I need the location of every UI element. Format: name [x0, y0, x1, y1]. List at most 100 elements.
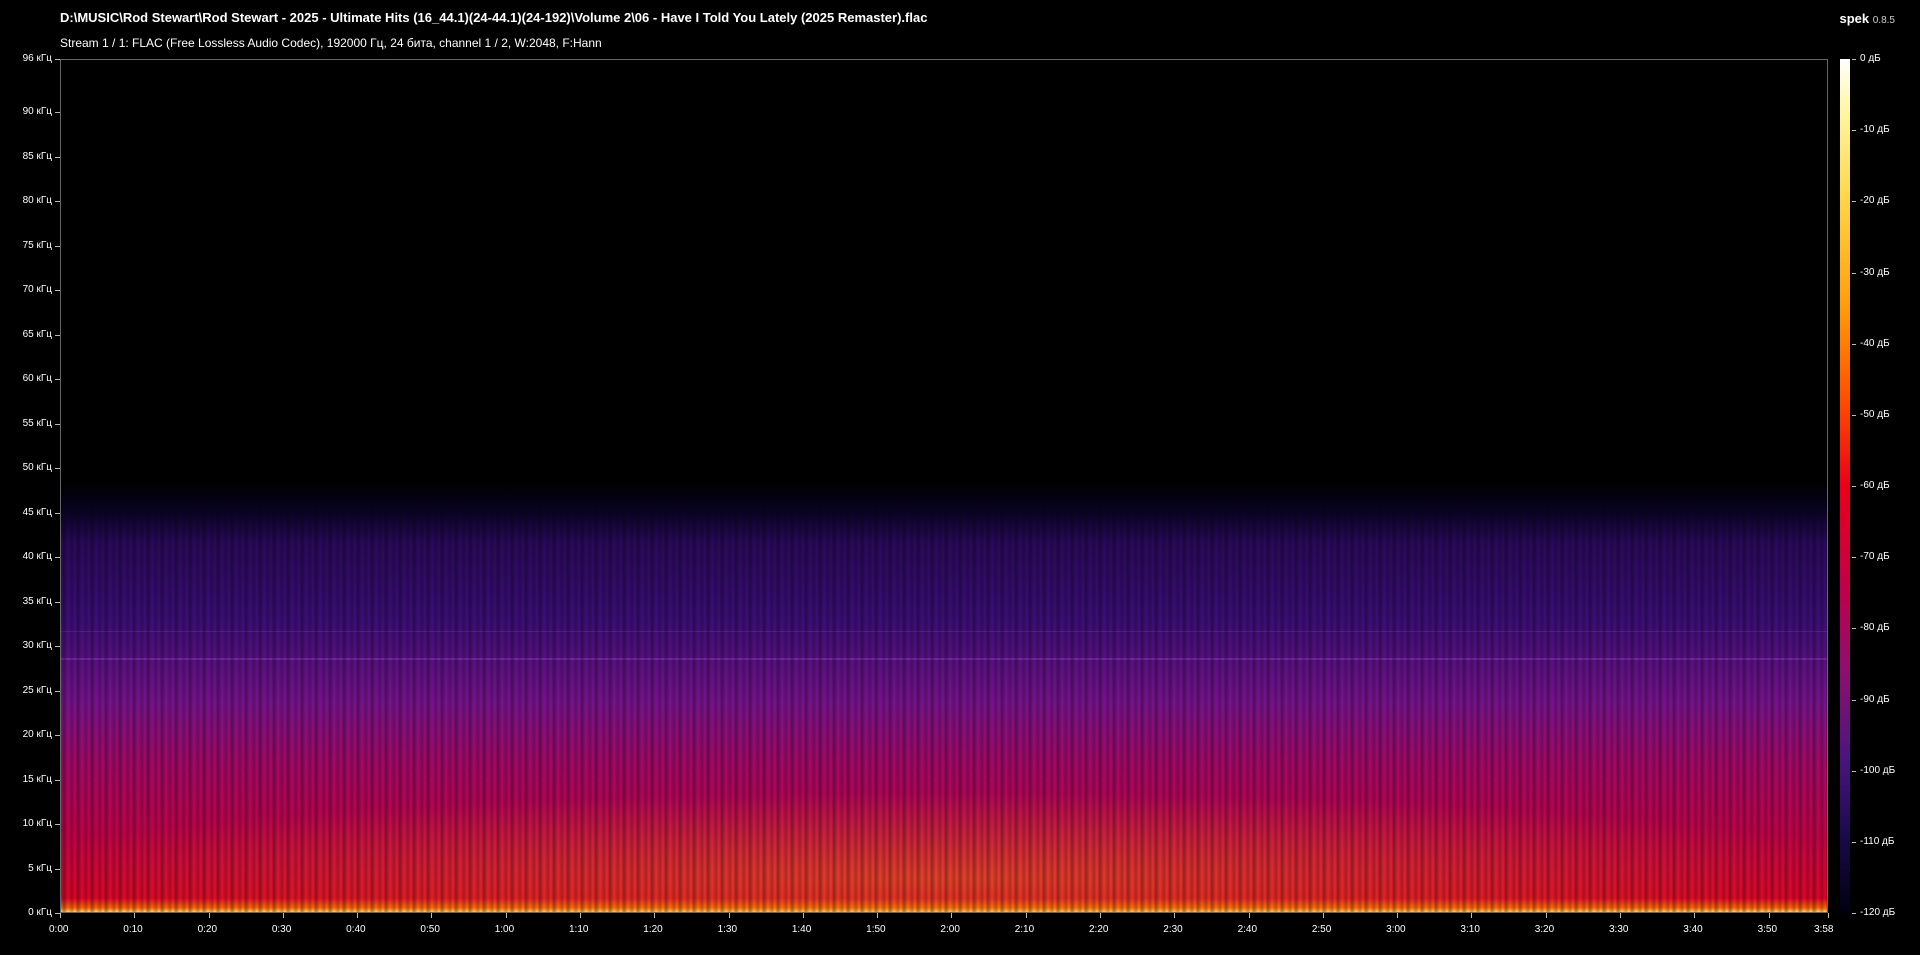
y-tick-label: 85 кГц [22, 150, 52, 162]
y-tick [55, 59, 60, 60]
x-tick-label: 2:40 [1237, 924, 1258, 935]
colorbar-label: -80 дБ [1860, 622, 1890, 634]
x-tick [802, 913, 804, 918]
colorbar-label: -50 дБ [1860, 408, 1890, 420]
colorbar-label: -100 дБ [1860, 764, 1896, 776]
y-tick [55, 201, 60, 203]
y-tick [55, 245, 60, 247]
x-tick-label: 2:50 [1311, 924, 1332, 935]
y-tick-label: 35 кГц [22, 595, 52, 607]
y-tick-label: 25 кГц [22, 684, 52, 696]
x-tick [1248, 913, 1250, 918]
y-tick [55, 735, 60, 737]
x-tick [1768, 913, 1770, 918]
y-tick [55, 557, 60, 559]
x-tick [1174, 913, 1176, 918]
colorbar-tick [1852, 841, 1856, 843]
colorbar-label: -90 дБ [1860, 693, 1890, 705]
y-tick-label: 55 кГц [22, 417, 52, 429]
x-tick [282, 913, 284, 918]
colorbar-label: -110 дБ [1860, 835, 1895, 847]
y-tick-label: 65 кГц [22, 328, 52, 340]
y-tick-label: 75 кГц [22, 239, 52, 251]
y-tick-label: 5 кГц [28, 862, 52, 874]
x-tick [1322, 913, 1324, 918]
y-tick-label: 70 кГц [22, 284, 52, 296]
x-tick-label: 0:20 [197, 924, 218, 935]
x-tick-label: 2:00 [940, 924, 960, 935]
y-tick [55, 690, 60, 692]
y-tick [55, 779, 60, 781]
x-tick [1545, 913, 1547, 918]
y-tick [55, 334, 60, 336]
colorbar-tick [1852, 557, 1856, 559]
x-tick-label: 3:40 [1683, 924, 1703, 935]
y-tick [55, 824, 60, 826]
colorbar-tick [1852, 130, 1856, 132]
colorbar-tick [1852, 913, 1856, 914]
x-tick [580, 913, 581, 918]
stream-info: Stream 1 / 1: FLAC (Free Lossless Audio … [60, 36, 602, 50]
y-tick [55, 156, 60, 158]
colorbar [1840, 59, 1850, 913]
x-tick [1620, 913, 1621, 918]
x-tick [1471, 913, 1473, 918]
x-tick-label: 0:30 [271, 924, 292, 935]
x-tick [877, 913, 879, 918]
spectral-line [61, 658, 1827, 660]
x-tick-label: 3:00 [1386, 924, 1406, 935]
x-tick-label: 1:10 [569, 924, 589, 935]
y-tick-label: 20 кГц [22, 729, 52, 741]
y-tick-label: 80 кГц [22, 195, 52, 207]
colorbar-label: -20 дБ [1860, 195, 1890, 207]
spectral-line [61, 631, 1827, 632]
y-tick [55, 512, 60, 514]
colorbar-tick [1852, 272, 1856, 274]
x-tick-label: 0:40 [346, 924, 366, 935]
y-tick-label: 50 кГц [22, 462, 52, 474]
x-tick-label: 3:10 [1460, 924, 1480, 935]
x-tick-label: 3:58 [1814, 924, 1834, 935]
x-tick-label: 3:50 [1757, 924, 1778, 935]
y-tick [55, 646, 60, 648]
x-tick-label: 1:50 [866, 924, 886, 935]
x-tick [1100, 913, 1101, 918]
y-tick-label: 96 кГц [22, 53, 52, 64]
x-tick [1694, 913, 1696, 918]
x-tick [951, 913, 953, 918]
x-tick-label: 1:20 [643, 924, 663, 935]
x-tick-label: 0:00 [49, 924, 69, 935]
colorbar-tick [1852, 628, 1856, 630]
colorbar-label: 0 дБ [1860, 53, 1881, 64]
y-tick [55, 601, 60, 603]
x-tick [208, 913, 210, 918]
x-tick [654, 913, 656, 918]
x-tick-label: 1:40 [791, 924, 812, 935]
x-tick [1828, 913, 1829, 918]
x-tick-label: 2:20 [1089, 924, 1109, 935]
y-tick-label: 30 кГц [22, 640, 52, 652]
x-tick [134, 913, 136, 918]
x-tick-label: 0:50 [420, 924, 440, 935]
colorbar-tick [1852, 699, 1856, 701]
x-tick [505, 913, 507, 918]
x-tick-label: 1:30 [717, 924, 738, 935]
x-tick-label: 1:00 [494, 924, 515, 935]
y-tick-label: 10 кГц [22, 818, 52, 830]
y-tick [55, 468, 60, 470]
colorbar-label: -120 дБ [1860, 907, 1896, 918]
x-tick-label: 3:20 [1534, 924, 1555, 935]
colorbar-label: -70 дБ [1860, 551, 1890, 563]
colorbar-tick [1852, 486, 1856, 487]
colorbar-tick [1852, 59, 1856, 60]
y-tick [55, 112, 60, 114]
file-path-title: D:\MUSIC\Rod Stewart\Rod Stewart - 2025 … [60, 10, 928, 25]
colorbar-tick [1852, 414, 1856, 416]
y-tick-label: 0 кГц [28, 907, 52, 918]
x-tick-label: 3:30 [1609, 924, 1629, 935]
spectrogram-plot[interactable] [60, 59, 1828, 913]
y-tick [55, 379, 60, 381]
x-tick [357, 913, 359, 918]
app-version: 0.8.5 [1872, 15, 1895, 26]
x-tick [728, 913, 730, 918]
